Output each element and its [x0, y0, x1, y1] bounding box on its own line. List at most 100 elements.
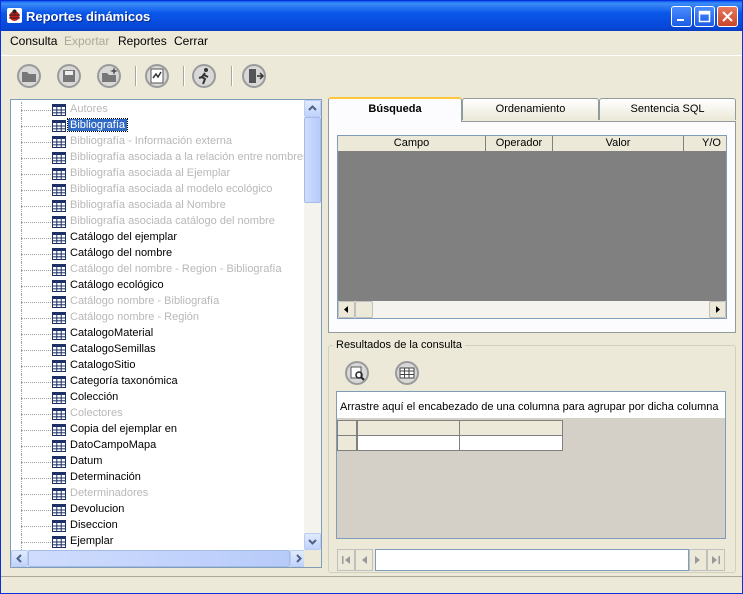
- tree-item[interactable]: Catálogo nombre - Bibliografía: [11, 294, 307, 310]
- table-icon: [52, 168, 66, 180]
- menu-reportes[interactable]: Reportes: [118, 34, 167, 48]
- scroll-thumb[interactable]: [304, 117, 321, 203]
- table-icon: [52, 504, 66, 516]
- minimize-button[interactable]: [671, 6, 692, 27]
- tree-item[interactable]: Bibliografía - Información externa: [11, 134, 307, 150]
- tree-item[interactable]: Colección: [11, 390, 307, 406]
- open-button[interactable]: [16, 63, 42, 89]
- tree-line: [21, 318, 51, 319]
- tree-item[interactable]: Catálogo del nombre: [11, 246, 307, 262]
- tree-item-label: Determinadores: [70, 487, 149, 499]
- report-button[interactable]: [144, 63, 170, 89]
- menu-bar: Consulta Exportar Reportes Cerrar: [1, 31, 742, 51]
- toolbar-separator: [135, 66, 137, 86]
- tab-ordenamiento[interactable]: Ordenamiento: [462, 98, 599, 120]
- tree-item[interactable]: Bibliografía asociada al Nombre: [11, 198, 307, 214]
- tree-item[interactable]: CatalogoSitio: [11, 358, 307, 374]
- column-header-operador[interactable]: Operador: [486, 136, 553, 152]
- scroll-left-button[interactable]: [11, 550, 28, 567]
- tree-item[interactable]: Determinación: [11, 470, 307, 486]
- tree-item[interactable]: Copia del ejemplar en: [11, 422, 307, 438]
- run-button[interactable]: [191, 63, 217, 89]
- tree-item[interactable]: Diseccion: [11, 518, 307, 534]
- table-icon: [52, 456, 66, 468]
- column-header-valor[interactable]: Valor: [553, 136, 684, 152]
- exit-button[interactable]: [241, 63, 267, 89]
- tree-item[interactable]: Bibliografía asociada catálogo del nombr…: [11, 214, 307, 230]
- tree-line: [21, 462, 51, 463]
- last-record-button[interactable]: [707, 549, 725, 571]
- tree-item-label: Devolucion: [70, 503, 125, 515]
- results-header-row: [337, 420, 563, 436]
- table-cell[interactable]: [459, 435, 563, 451]
- scroll-up-button[interactable]: [304, 100, 321, 117]
- results-column-header[interactable]: [459, 420, 563, 436]
- scroll-left-button[interactable]: [338, 301, 355, 318]
- tree-vertical-scrollbar[interactable]: [304, 100, 321, 550]
- tree-item[interactable]: Colectores: [11, 406, 307, 422]
- tree-item[interactable]: Datum: [11, 454, 307, 470]
- grid-horizontal-scrollbar[interactable]: [338, 301, 726, 318]
- close-icon: [722, 11, 733, 22]
- table-cell[interactable]: [357, 435, 460, 451]
- scroll-thumb[interactable]: [28, 550, 290, 567]
- tree-item[interactable]: Ejemplar: [11, 534, 307, 550]
- column-header-campo[interactable]: Campo: [338, 136, 486, 152]
- group-by-drop-area[interactable]: Arrastre aquí el encabezado de una colum…: [337, 392, 725, 418]
- table-icon: [52, 360, 66, 372]
- tree-item[interactable]: Catálogo del nombre - Region - Bibliogra…: [11, 262, 307, 278]
- next-record-button[interactable]: [689, 549, 707, 571]
- scroll-thumb[interactable]: [355, 301, 373, 318]
- tree-item[interactable]: Bibliografía asociada al Ejemplar: [11, 166, 307, 182]
- table-tree[interactable]: Autores Bibliografía Bibliografía - Inform…: [10, 99, 322, 568]
- tree-item[interactable]: Catálogo nombre - Región: [11, 310, 307, 326]
- tree-item[interactable]: Devolucion: [11, 502, 307, 518]
- search-criteria-grid[interactable]: Campo Operador Valor Y/O: [337, 135, 727, 319]
- menu-exportar[interactable]: Exportar: [64, 34, 109, 48]
- column-header-y-o[interactable]: Y/O: [684, 136, 726, 152]
- preview-query-button[interactable]: [344, 360, 370, 386]
- tree-item-label: Bibliografía asociada al Nombre: [70, 199, 226, 211]
- tree-item-label: Determinación: [70, 471, 141, 483]
- tab-sentencia-sql[interactable]: Sentencia SQL: [599, 98, 736, 120]
- table-icon: [52, 472, 66, 484]
- tree-item[interactable]: Determinadores: [11, 486, 307, 502]
- new-button[interactable]: [96, 63, 122, 89]
- menu-consulta[interactable]: Consulta: [10, 34, 57, 48]
- close-button[interactable]: [717, 6, 738, 27]
- tree-item[interactable]: Bibliografía asociada al modelo ecológic…: [11, 182, 307, 198]
- tab-busqueda[interactable]: Búsqueda: [328, 97, 462, 122]
- scroll-right-button[interactable]: [709, 301, 726, 318]
- save-button[interactable]: [56, 63, 82, 89]
- tree-item[interactable]: DatoCampoMapa: [11, 438, 307, 454]
- tree-item[interactable]: Autores: [11, 102, 307, 118]
- tree-line: [21, 478, 51, 479]
- tree-item-label: Catálogo ecológico: [70, 279, 164, 291]
- table-icon: [52, 216, 66, 228]
- prev-record-button[interactable]: [355, 549, 373, 571]
- tree-item-label: Datum: [70, 455, 103, 467]
- tree-item[interactable]: Categoría taxonómica: [11, 374, 307, 390]
- tree-item[interactable]: Bibliografía asociada a la relación entr…: [11, 150, 307, 166]
- tree-line: [21, 526, 51, 527]
- results-grid[interactable]: Arrastre aquí el encabezado de una colum…: [336, 391, 726, 539]
- title-bar[interactable]: Reportes dinámicos: [1, 1, 742, 31]
- tree-item[interactable]: Catálogo ecológico: [11, 278, 307, 294]
- record-position-field[interactable]: [375, 549, 689, 571]
- scroll-down-button[interactable]: [304, 533, 321, 550]
- tree-line: [21, 126, 51, 127]
- results-column-header[interactable]: [357, 420, 460, 436]
- table-row[interactable]: [337, 435, 563, 451]
- table-view-button[interactable]: [394, 360, 420, 386]
- tree-item[interactable]: CatalogoSemillas: [11, 342, 307, 358]
- first-record-button[interactable]: [337, 549, 355, 571]
- tree-item[interactable]: Catálogo del ejemplar: [11, 230, 307, 246]
- maximize-icon: [698, 10, 711, 23]
- open-folder-icon: [17, 64, 41, 88]
- tree-line: [21, 414, 51, 415]
- maximize-button[interactable]: [694, 6, 715, 27]
- tree-horizontal-scrollbar[interactable]: [11, 550, 307, 567]
- tree-item[interactable]: Bibliografía: [11, 118, 307, 134]
- tree-item[interactable]: CatalogoMaterial: [11, 326, 307, 342]
- menu-cerrar[interactable]: Cerrar: [174, 34, 208, 48]
